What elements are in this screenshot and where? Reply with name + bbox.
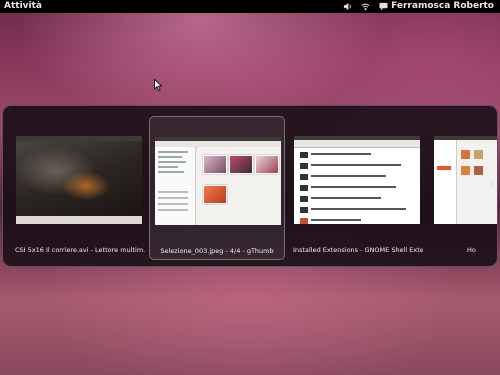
- image-viewer-preview: [155, 137, 281, 225]
- user-name: Ferramosca Roberto: [391, 1, 494, 11]
- desktop: Attività Ferramosca Roberto CSI 5x16 Il …: [0, 0, 500, 375]
- window-caption: Ho: [467, 246, 476, 254]
- activities-button[interactable]: Attività: [4, 0, 42, 13]
- browser-preview: [294, 136, 420, 224]
- window-thumbnail-video-player[interactable]: CSI 5x16 Il corriere.avi - Lettore multi…: [11, 116, 147, 260]
- mouse-pointer-icon: [154, 79, 162, 91]
- window-caption: Selezione_003.jpeg - 4/4 - gThumb: [160, 247, 274, 255]
- top-panel: Attività Ferramosca Roberto: [0, 0, 500, 13]
- window-thumbnail-browser[interactable]: Installed Extensions - GNOME Shell Exte.…: [289, 116, 425, 260]
- file-manager-preview: [434, 136, 497, 224]
- user-menu[interactable]: Ferramosca Roberto: [379, 0, 494, 13]
- window-thumbnail-file-manager[interactable]: Ho: [429, 116, 497, 260]
- alt-tab-switcher: CSI 5x16 Il corriere.avi - Lettore multi…: [2, 105, 498, 267]
- volume-icon[interactable]: [343, 2, 352, 11]
- window-caption: CSI 5x16 Il corriere.avi - Lettore multi…: [15, 246, 145, 254]
- chat-icon: [379, 2, 388, 11]
- window-caption: Installed Extensions - GNOME Shell Exte.…: [293, 246, 423, 254]
- video-player-preview: [16, 136, 142, 224]
- network-icon[interactable]: [361, 2, 370, 11]
- window-thumbnail-gthumb[interactable]: Selezione_003.jpeg - 4/4 - gThumb: [149, 116, 285, 260]
- scroll-right-arrow-icon[interactable]: [490, 181, 495, 189]
- system-tray: Ferramosca Roberto: [343, 0, 494, 13]
